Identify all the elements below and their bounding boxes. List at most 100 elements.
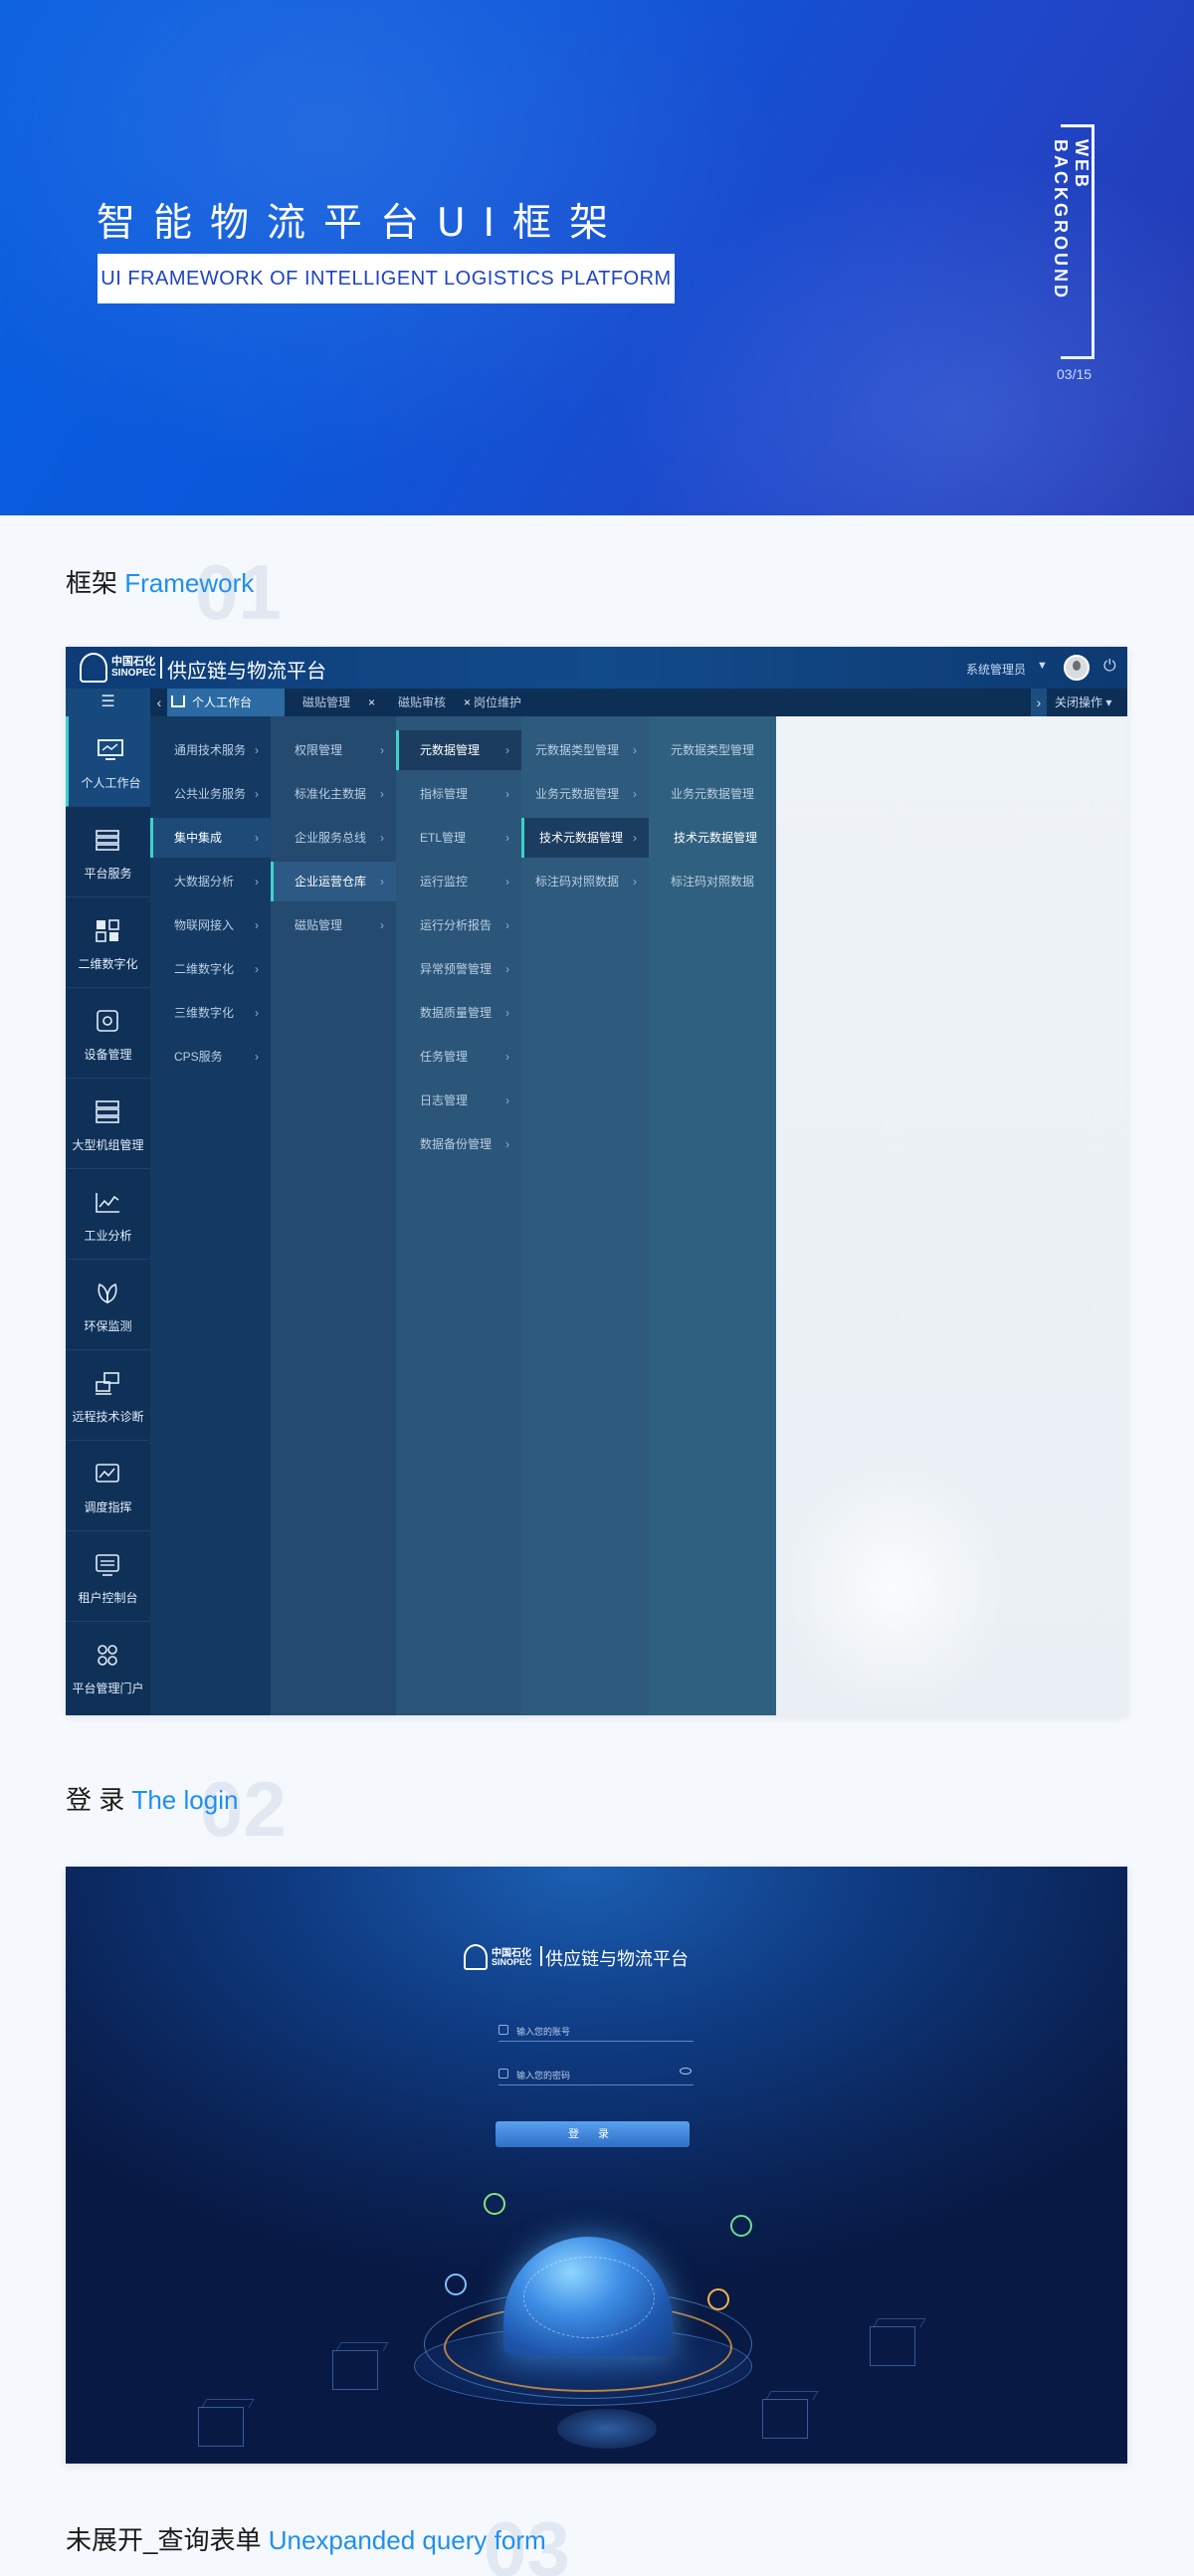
home-icon	[171, 695, 185, 707]
password-placeholder: 输入您的密码	[516, 2071, 571, 2081]
tab-next-button[interactable]: ›	[1031, 689, 1047, 716]
tab-tile-review[interactable]: 磁贴审核 ×	[380, 689, 474, 716]
password-field[interactable]: 输入您的密码	[498, 2066, 694, 2085]
menu-item-tile-management[interactable]: 磁贴管理 ›	[271, 905, 396, 945]
menu-item-bigdata[interactable]: 大数据分析 ›	[150, 862, 271, 901]
tab-prev-button[interactable]: ‹	[152, 689, 166, 716]
menu-item-iot[interactable]: 物联网接入 ›	[150, 905, 271, 945]
sidebar-label: 二维数字化	[78, 957, 138, 971]
chevron-right-icon: ›	[380, 918, 384, 932]
sidebar-item-device-management[interactable]: 设备管理	[66, 988, 150, 1079]
sidebar-item-remote-diagnosis[interactable]: 远程技术诊断	[66, 1350, 150, 1441]
menu-item-backup[interactable]: 数据备份管理 ›	[396, 1124, 521, 1164]
chevron-right-icon: ›	[505, 743, 509, 757]
menu-item-integration[interactable]: 集中集成 ›	[150, 818, 271, 858]
menu-item-etl[interactable]: ETL管理 ›	[396, 818, 521, 858]
menu-item-monitor[interactable]: 运行监控 ›	[396, 862, 521, 901]
server-icon	[96, 830, 119, 851]
menu-label: 磁贴管理	[295, 918, 343, 932]
menu-label: 大数据分析	[174, 875, 235, 889]
chevron-right-icon: ›	[505, 1137, 509, 1151]
hamburger-icon[interactable]: ☰	[66, 689, 150, 716]
login-button[interactable]: 登 录	[496, 2121, 690, 2147]
sidebar-label: 个人工作台	[81, 776, 141, 790]
menu-item-task[interactable]: 任务管理 ›	[396, 1037, 521, 1077]
avatar[interactable]	[1064, 655, 1090, 681]
sidebar-item-large-unit[interactable]: 大型机组管理	[66, 1079, 150, 1169]
menu-item-business-metadata[interactable]: 业务元数据管理	[649, 774, 776, 814]
menu-item-metadata-type[interactable]: 元数据类型管理 ›	[521, 730, 649, 770]
menu-item-data-quality[interactable]: 数据质量管理 ›	[396, 993, 521, 1033]
tab-tile-management[interactable]: 磁贴管理 ×	[285, 689, 380, 716]
hero-subtitle: UI FRAMEWORK OF INTELLIGENT LOGISTICS PL…	[98, 254, 675, 303]
menu-item-esb[interactable]: 企业服务总线 ›	[271, 818, 396, 858]
chevron-right-icon: ›	[505, 787, 509, 801]
menu-item-run-report[interactable]: 运行分析报告 ›	[396, 905, 521, 945]
sidebar-label: 租户控制台	[78, 1591, 138, 1605]
user-name[interactable]: 系统管理员	[966, 661, 1026, 678]
section-title-en: The login	[131, 1785, 239, 1815]
sidebar-item-platform-service[interactable]: 平台服务	[66, 807, 150, 897]
chevron-right-icon: ›	[505, 1050, 509, 1064]
menu-item-master-data[interactable]: 标准化主数据 ›	[271, 774, 396, 814]
chevron-right-icon: ›	[505, 918, 509, 932]
account-field[interactable]: 输入您的账号	[498, 2022, 694, 2042]
menu-item-log[interactable]: 日志管理 ›	[396, 1081, 521, 1120]
menu-item-code-mapping[interactable]: 标注码对照数据	[649, 862, 776, 901]
sidebar-item-tenant-console[interactable]: 租户控制台	[66, 1531, 150, 1622]
logo-en: SINOPEC	[111, 668, 157, 679]
menu-item-permission[interactable]: 权限管理 ›	[271, 730, 396, 770]
section-heading-query-form: 03 未展开_查询表单 Unexpanded query form	[66, 2505, 570, 2576]
close-operations-menu[interactable]: 关闭操作 ▾	[1055, 689, 1111, 716]
section-heading-framework: 01 框架 Framework	[66, 548, 282, 636]
chevron-down-icon[interactable]: ▼	[1037, 660, 1048, 672]
menu-item-public-business[interactable]: 公共业务服务 ›	[150, 774, 271, 814]
globe-illustration	[503, 2237, 673, 2356]
framework-mockup: 中国石化 SINOPEC 供应链与物流平台 系统管理员 ▼ ⏻ ☰ ‹ 个人工作…	[66, 647, 1127, 1715]
menu-item-business-metadata[interactable]: 业务元数据管理 ›	[521, 774, 649, 814]
portal-icon	[98, 1645, 117, 1666]
menu-item-cps[interactable]: CPS服务 ›	[150, 1037, 271, 1077]
menu-item-2d[interactable]: 二维数字化 ›	[150, 949, 271, 989]
eye-icon[interactable]	[680, 2068, 692, 2075]
hero-side-label: WEB BACKGROUND	[1051, 139, 1092, 300]
menu-item-alert[interactable]: 异常预警管理 ›	[396, 949, 521, 989]
sidebar-item-dispatch[interactable]: 调度指挥	[66, 1441, 150, 1531]
menu-item-general-tech[interactable]: 通用技术服务 ›	[150, 730, 271, 770]
chart-icon	[96, 1193, 119, 1213]
menu-item-tech-metadata[interactable]: 技术元数据管理 ›	[521, 818, 649, 858]
sidebar-label: 设备管理	[84, 1048, 132, 1062]
power-icon[interactable]: ⏻	[1103, 658, 1116, 676]
sidebar-item-environment[interactable]: 环保监测	[66, 1260, 150, 1350]
menu-label: 三维数字化	[174, 1006, 235, 1020]
menu-item-operations-warehouse[interactable]: 企业运营仓库 ›	[271, 862, 396, 901]
sidebar-label: 环保监测	[84, 1319, 132, 1333]
menu-item-3d[interactable]: 三维数字化 ›	[150, 993, 271, 1033]
close-ops-label: 关闭操作	[1055, 695, 1103, 709]
menu-label: CPS服务	[174, 1050, 223, 1064]
cube-decoration	[870, 2326, 915, 2366]
menu-column-level3: 元数据管理 › 指标管理 › ETL管理 › 运行监控 › 运行分析报告 › 异常预警管理…	[396, 716, 521, 1715]
close-icon[interactable]: ×	[368, 695, 375, 709]
sidebar-item-2d-digital[interactable]: 二维数字化	[66, 897, 150, 988]
sidebar-item-platform-portal[interactable]: 平台管理门户	[66, 1622, 150, 1712]
sidebar-item-industrial-analysis[interactable]: 工业分析	[66, 1169, 150, 1260]
sidebar-label: 远程技术诊断	[72, 1410, 144, 1424]
menu-item-tech-metadata[interactable]: 技术元数据管理	[649, 818, 776, 858]
close-icon[interactable]: ×	[464, 695, 471, 709]
tab-post-maintenance[interactable]: 岗位维护	[474, 689, 563, 716]
menu-item-indicator[interactable]: 指标管理 ›	[396, 774, 521, 814]
dispatch-icon	[96, 1464, 119, 1483]
menu-label: 标注码对照数据	[535, 875, 620, 889]
menu-item-metadata[interactable]: 元数据管理 ›	[396, 730, 521, 770]
app-title: 供应链与物流平台	[167, 659, 326, 683]
menu-label: 元数据类型管理	[535, 743, 620, 757]
content-area	[776, 716, 1127, 1715]
chevron-right-icon: ›	[633, 787, 637, 801]
chevron-right-icon: ›	[633, 831, 637, 845]
sidebar-label: 平台管理门户	[72, 1682, 144, 1695]
tab-personal-workbench[interactable]: 个人工作台	[167, 689, 285, 716]
sidebar-item-personal-workbench[interactable]: 个人工作台	[66, 716, 150, 807]
menu-item-metadata-type[interactable]: 元数据类型管理	[649, 730, 776, 770]
menu-item-code-mapping[interactable]: 标注码对照数据 ›	[521, 862, 649, 901]
